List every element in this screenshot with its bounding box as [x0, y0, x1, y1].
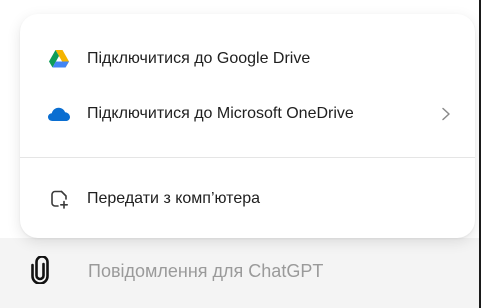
menu-item-upload-from-computer[interactable]: Передати з комп’ютера	[20, 179, 475, 219]
menu-divider	[20, 157, 475, 158]
onedrive-label: Підключитися до Microsoft OneDrive	[87, 105, 354, 122]
menu-item-google-drive[interactable]: Підключитися до Google Drive	[20, 39, 475, 79]
upload-from-computer-icon	[48, 188, 70, 210]
message-input[interactable]	[88, 259, 458, 283]
onedrive-icon	[48, 103, 70, 125]
paperclip-icon[interactable]	[30, 256, 50, 284]
google-drive-label: Підключитися до Google Drive	[87, 50, 311, 67]
upload-from-computer-label: Передати з комп’ютера	[87, 190, 261, 207]
google-drive-icon	[48, 48, 70, 70]
menu-item-onedrive[interactable]: Підключитися до Microsoft OneDrive	[20, 94, 475, 134]
attach-menu: Підключитися до Google Drive Підключитис…	[20, 14, 475, 238]
chevron-right-icon	[442, 107, 450, 121]
